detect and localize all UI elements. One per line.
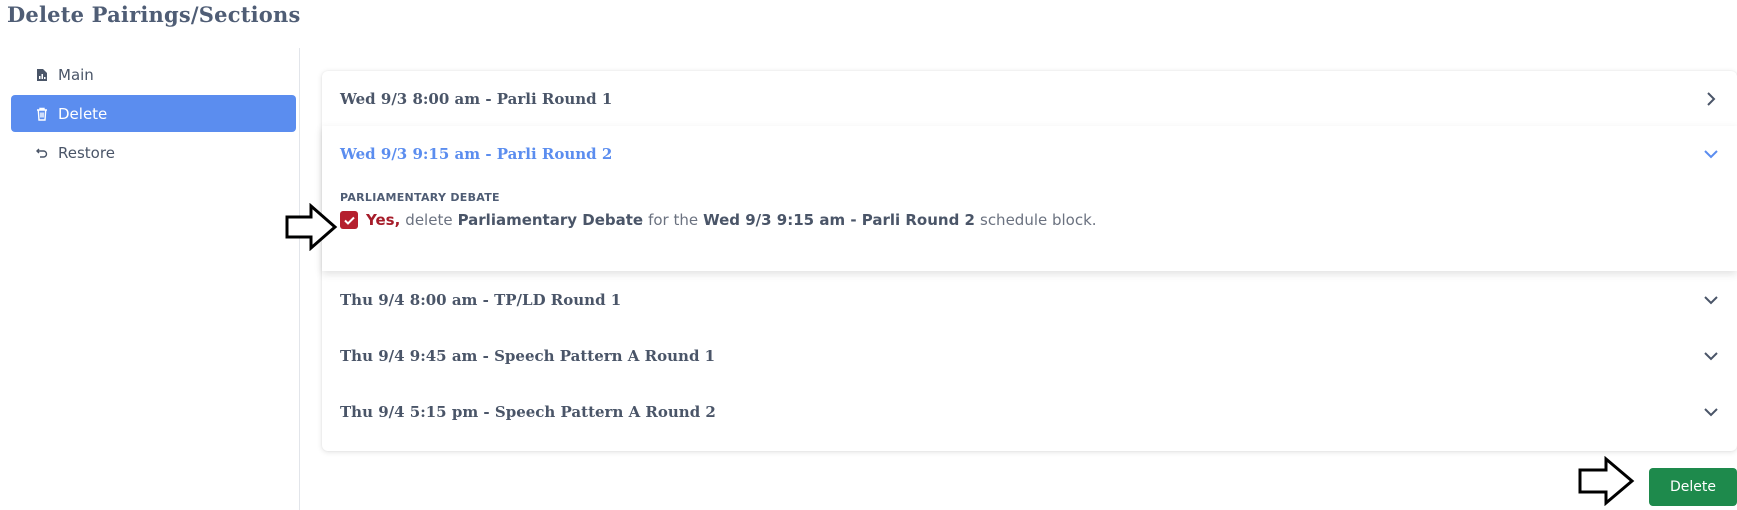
annotation-arrow-icon xyxy=(1578,456,1635,506)
delete-confirmation-row: Yes, delete Parliamentary Debate for the… xyxy=(340,211,1097,229)
round-header[interactable]: Thu 9/4 5:15 pm - Speech Pattern A Round… xyxy=(322,384,1737,440)
round-header[interactable]: Thu 9/4 9:45 am - Speech Pattern A Round… xyxy=(322,328,1737,384)
undo-icon xyxy=(35,145,49,161)
annotation-arrow-icon xyxy=(285,203,338,251)
expanded-round-panel: Wed 9/3 9:15 am - Parli Round 2 PARLIAME… xyxy=(322,126,1737,271)
sidebar-item-delete[interactable]: Delete xyxy=(11,95,296,132)
round-item[interactable]: Wed 9/3 8:00 am - Parli Round 1 xyxy=(322,71,1737,127)
round-title: Wed 9/3 8:00 am - Parli Round 1 xyxy=(340,90,613,108)
chevron-down-icon xyxy=(1703,404,1719,420)
confirm-event-name: Parliamentary Debate xyxy=(457,211,644,229)
confirm-block-name: Wed 9/3 9:15 am - Parli Round 2 xyxy=(703,211,975,229)
sidebar-item-main[interactable]: Main xyxy=(11,56,296,93)
sidebar-divider xyxy=(299,48,300,510)
round-title: Thu 9/4 9:45 am - Speech Pattern A Round… xyxy=(340,347,716,365)
sidebar-nav: Main Delete Restore xyxy=(11,56,296,173)
chevron-down-icon xyxy=(1703,146,1719,162)
confirm-yes-text: Yes, xyxy=(366,211,401,229)
confirm-text-for: for the xyxy=(648,211,699,229)
round-title: Thu 9/4 5:15 pm - Speech Pattern A Round… xyxy=(340,403,716,421)
confirm-text-delete: delete xyxy=(405,211,453,229)
chevron-down-icon xyxy=(1703,348,1719,364)
round-title: Thu 9/4 8:00 am - TP/LD Round 1 xyxy=(340,291,622,309)
sidebar-item-restore[interactable]: Restore xyxy=(11,134,296,171)
round-item[interactable]: Thu 9/4 5:15 pm - Speech Pattern A Round… xyxy=(322,384,1737,440)
sidebar-item-label: Restore xyxy=(58,143,115,162)
round-item[interactable]: Thu 9/4 9:45 am - Speech Pattern A Round… xyxy=(322,328,1737,384)
confirm-text-end: schedule block. xyxy=(980,211,1097,229)
file-chart-icon xyxy=(35,67,49,83)
event-section-label: PARLIAMENTARY DEBATE xyxy=(340,191,500,204)
page-title: Delete Pairings/Sections xyxy=(7,2,301,27)
sidebar-item-label: Main xyxy=(58,65,94,84)
delete-button[interactable]: Delete xyxy=(1649,468,1737,506)
round-header[interactable]: Thu 9/4 8:00 am - TP/LD Round 1 xyxy=(322,272,1737,328)
round-header[interactable]: Wed 9/3 8:00 am - Parli Round 1 xyxy=(322,71,1737,127)
confirm-delete-checkbox[interactable] xyxy=(340,211,358,229)
rounds-accordion: Wed 9/3 8:00 am - Parli Round 1 Wed 9/3 … xyxy=(322,71,1737,451)
sidebar-item-label: Delete xyxy=(58,104,108,123)
chevron-down-icon xyxy=(1703,292,1719,308)
round-header[interactable]: Wed 9/3 9:15 am - Parli Round 2 xyxy=(322,126,1737,182)
round-item[interactable]: Thu 9/4 8:00 am - TP/LD Round 1 xyxy=(322,272,1737,328)
trash-icon xyxy=(35,106,49,122)
chevron-right-icon xyxy=(1703,91,1719,107)
round-title: Wed 9/3 9:15 am - Parli Round 2 xyxy=(340,145,613,163)
